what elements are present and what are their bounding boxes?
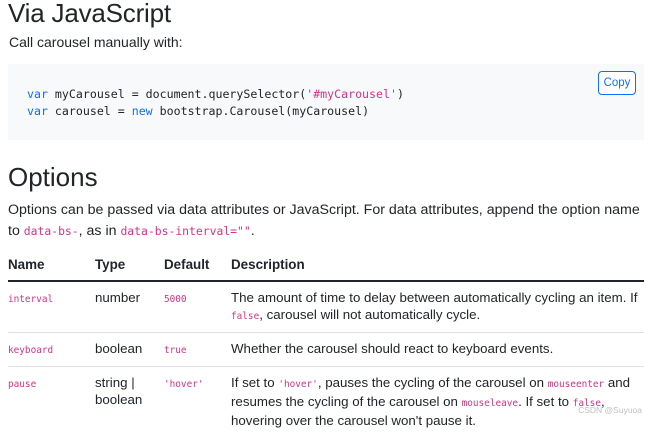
option-name: keyboard xyxy=(8,333,95,367)
table-row: keyboard boolean true Whether the carous… xyxy=(8,333,644,367)
type-text: string | xyxy=(95,375,135,390)
option-default-code: 'hover' xyxy=(164,379,204,390)
copy-button[interactable]: Copy xyxy=(598,71,636,95)
section-lead: Call carousel manually with: xyxy=(9,34,183,50)
option-name-code: pause xyxy=(8,379,36,390)
table-row: pause string | boolean 'hover' If set to … xyxy=(8,367,644,436)
option-default: true xyxy=(164,333,231,367)
option-type: string | boolean xyxy=(95,367,164,436)
option-description: If set to 'hover', pauses the cycling of… xyxy=(231,367,644,436)
desc-text: Whether the carousel should react to key… xyxy=(231,341,553,356)
column-header-name: Name xyxy=(8,253,95,281)
option-type: number xyxy=(95,281,164,333)
code-text: bootstrap.Carousel(myCarousel) xyxy=(153,104,369,118)
table-header-row: Name Type Default Description xyxy=(8,253,644,281)
keyword: new xyxy=(132,104,153,118)
column-header-description: Description xyxy=(231,253,644,281)
type-text: boolean xyxy=(95,392,142,407)
option-name-code: keyboard xyxy=(8,345,53,356)
option-default: 5000 xyxy=(164,281,231,333)
option-description: The amount of time to delay between auto… xyxy=(231,281,644,333)
inline-code: mouseenter xyxy=(548,379,604,390)
option-description: Whether the carousel should react to key… xyxy=(231,333,644,367)
option-name-code: interval xyxy=(8,294,53,305)
inline-code: data-bs- xyxy=(24,224,79,238)
option-type: boolean xyxy=(95,333,164,367)
option-default-code: true xyxy=(164,345,187,356)
lead-text: . xyxy=(251,223,255,239)
keyword: var xyxy=(27,87,48,101)
column-header-default: Default xyxy=(164,253,231,281)
code-line-1: var myCarousel = document.querySelector(… xyxy=(27,87,404,101)
section-title-via-javascript: Via JavaScript xyxy=(8,0,171,29)
desc-text: . If set to xyxy=(518,394,573,409)
inline-code: data-bs-interval="" xyxy=(120,224,250,238)
column-header-type: Type xyxy=(95,253,164,281)
code-line-2: var carousel = new bootstrap.Carousel(my… xyxy=(27,104,369,118)
section-title-options: Options xyxy=(8,162,98,193)
string-literal: '#myCarousel' xyxy=(306,87,397,101)
code-text: ) xyxy=(397,87,404,101)
options-table: Name Type Default Description interval n… xyxy=(8,253,644,436)
keyword: var xyxy=(27,104,48,118)
desc-text: , pauses the cycling of the carousel on xyxy=(318,375,548,390)
lead-text: , as in xyxy=(79,223,121,239)
table-row: interval number 5000 The amount of time … xyxy=(8,281,644,333)
desc-text: The amount of time to delay between auto… xyxy=(231,290,638,305)
inline-code: mouseleave xyxy=(462,398,518,409)
option-name: interval xyxy=(8,281,95,333)
watermark: CSDN @Suyuoa xyxy=(578,405,642,415)
code-block: var myCarousel = document.querySelector(… xyxy=(8,64,644,140)
option-default-code: 5000 xyxy=(164,294,187,305)
code-text: myCarousel = document.querySelector( xyxy=(48,87,306,101)
inline-code: 'hover' xyxy=(278,379,318,390)
code-text: carousel = xyxy=(48,104,132,118)
option-name: pause xyxy=(8,367,95,436)
inline-code: false xyxy=(231,311,259,322)
desc-text: , carousel will not automatically cycle. xyxy=(259,307,480,322)
options-lead: Options can be passed via data attribute… xyxy=(8,200,648,242)
desc-text: If set to xyxy=(231,375,278,390)
option-default: 'hover' xyxy=(164,367,231,436)
